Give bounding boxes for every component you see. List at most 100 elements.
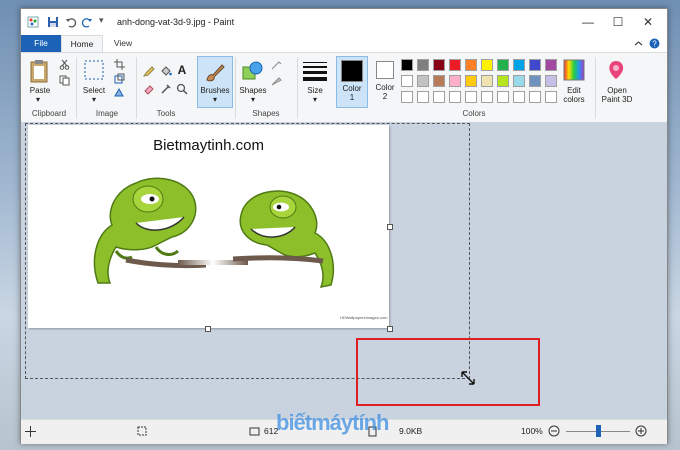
redo-icon[interactable] (81, 16, 93, 28)
palette-swatch[interactable] (449, 75, 461, 87)
paint3d-icon[interactable] (605, 59, 627, 81)
copy-icon[interactable] (59, 75, 70, 86)
paint3d-label1[interactable]: Open (597, 86, 637, 95)
ribbon-tabs: File Home View ? (21, 35, 667, 52)
palette-swatch[interactable] (545, 75, 557, 87)
shapes-group-label: Shapes (252, 109, 280, 118)
svg-text:?: ? (652, 40, 657, 49)
palette-swatch[interactable] (417, 59, 429, 71)
edit-colors-label2[interactable]: colors (557, 95, 591, 104)
save-icon[interactable] (47, 16, 59, 28)
maximize-button[interactable]: ☐ (603, 11, 633, 33)
color2-label: Color (375, 83, 395, 92)
tab-home[interactable]: Home (61, 35, 103, 52)
select-dropdown[interactable]: ▾ (89, 95, 99, 104)
magnifier-icon[interactable] (176, 83, 188, 95)
canvas-area[interactable]: Bietmaytinh.com HDWallpapersImages.com (21, 122, 667, 419)
palette-swatch[interactable] (481, 91, 493, 103)
palette-swatch[interactable] (417, 91, 429, 103)
file-size: 9.0KB (399, 426, 423, 436)
palette-swatch[interactable] (465, 59, 477, 71)
palette-swatch[interactable] (449, 59, 461, 71)
paste-dropdown[interactable]: ▾ (33, 95, 43, 104)
size-button[interactable]: Size (299, 86, 331, 95)
paint-app-icon (27, 16, 39, 28)
palette-swatch[interactable] (465, 75, 477, 87)
tab-view[interactable]: View (103, 35, 143, 52)
fill-icon[interactable] (160, 65, 172, 77)
palette-swatch[interactable] (497, 75, 509, 87)
cursor-position-icon (25, 426, 36, 437)
palette-swatch[interactable] (433, 59, 445, 71)
tools-group-label: Tools (156, 109, 176, 118)
palette-swatch[interactable] (449, 91, 461, 103)
zoom-in-icon[interactable] (635, 425, 647, 437)
site-watermark: biếtmáytính (276, 410, 389, 435)
zoom-slider-thumb[interactable] (596, 425, 601, 437)
shapes-icon[interactable] (241, 59, 265, 83)
palette-swatch[interactable] (481, 75, 493, 87)
palette-swatch[interactable] (497, 59, 509, 71)
resize-icon[interactable] (114, 73, 125, 84)
text-tool-icon[interactable]: A (176, 63, 188, 77)
close-button[interactable]: ✕ (633, 11, 663, 33)
image-group-label: Image (95, 109, 119, 118)
palette-swatch[interactable] (465, 91, 477, 103)
palette-swatch[interactable] (433, 91, 445, 103)
shapes-button[interactable]: Shapes (233, 86, 273, 95)
size-dropdown[interactable]: ▾ (310, 95, 320, 104)
color1-swatch (341, 60, 363, 82)
palette-swatch[interactable] (417, 75, 429, 87)
shapes-dropdown[interactable]: ▾ (248, 95, 258, 104)
help-icon[interactable]: ? (649, 38, 660, 49)
window-title: anh-dong-vat-3d-9.jpg - Paint (117, 17, 235, 27)
palette-swatch[interactable] (545, 59, 557, 71)
select-button[interactable]: Select (79, 86, 109, 95)
paste-icon[interactable] (29, 59, 49, 83)
palette-swatch[interactable] (529, 91, 541, 103)
pencil-icon[interactable] (143, 65, 155, 77)
rotate-icon[interactable] (114, 87, 125, 98)
clipboard-group-label: Clipboard (31, 109, 67, 118)
undo-icon[interactable] (65, 16, 77, 28)
crop-icon[interactable] (114, 59, 125, 70)
palette-swatch[interactable] (401, 75, 413, 87)
paint-window: ▾ anh-dong-vat-3d-9.jpg - Paint — ☐ ✕ Fi… (20, 8, 668, 444)
color2-button[interactable]: Color 2 (370, 56, 400, 106)
tab-file[interactable]: File (21, 35, 61, 52)
eraser-icon[interactable] (143, 83, 155, 95)
paint3d-label2[interactable]: Paint 3D (597, 95, 637, 104)
brushes-dropdown: ▾ (212, 95, 217, 104)
color2-sub: 2 (382, 92, 388, 101)
edit-colors-label1[interactable]: Edit (557, 86, 591, 95)
paste-button[interactable]: Paste (27, 86, 53, 95)
color1-button[interactable]: Color 1 (336, 56, 368, 108)
palette-swatch[interactable] (545, 91, 557, 103)
palette-swatch[interactable] (401, 59, 413, 71)
palette-swatch[interactable] (513, 91, 525, 103)
palette-swatch[interactable] (513, 59, 525, 71)
quick-access-dropdown[interactable]: ▾ (99, 15, 111, 27)
palette-swatch[interactable] (529, 59, 541, 71)
color1-label: Color (342, 84, 362, 93)
collapse-ribbon-icon[interactable] (633, 38, 644, 49)
select-icon[interactable] (84, 60, 104, 80)
brushes-button[interactable]: Brushes ▾ (197, 56, 233, 108)
palette-swatch[interactable] (433, 75, 445, 87)
color-picker-icon[interactable] (160, 83, 172, 95)
palette-swatch[interactable] (497, 91, 509, 103)
palette-swatch[interactable] (481, 59, 493, 71)
edit-colors-icon[interactable] (563, 59, 585, 81)
brushes-label: Brushes (200, 86, 230, 95)
minimize-button[interactable]: — (573, 11, 603, 33)
brush-icon (206, 64, 225, 82)
fill-style-icon[interactable] (271, 77, 285, 87)
palette-swatch[interactable] (529, 75, 541, 87)
palette-swatch[interactable] (513, 75, 525, 87)
zoom-out-icon[interactable] (548, 425, 560, 437)
palette-swatch[interactable] (401, 91, 413, 103)
outline-icon[interactable] (271, 61, 285, 71)
title-bar: ▾ anh-dong-vat-3d-9.jpg - Paint — ☐ ✕ (21, 9, 667, 35)
cut-icon[interactable] (59, 59, 70, 70)
size-icon[interactable] (303, 61, 327, 81)
